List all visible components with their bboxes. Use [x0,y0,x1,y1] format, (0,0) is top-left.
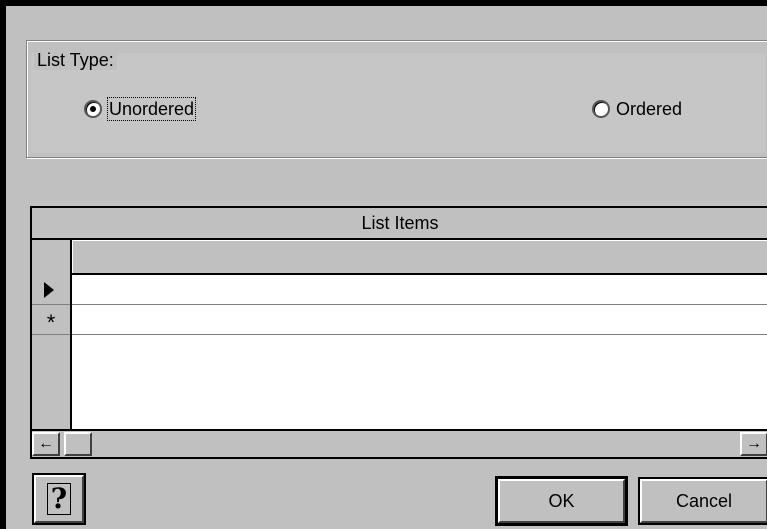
scroll-left-button[interactable]: ← [32,432,60,456]
table-row[interactable] [72,275,767,305]
current-row-arrow-icon [44,281,54,298]
unordered-radio-label: Unordered [106,97,197,121]
cancel-button[interactable]: Cancel [638,477,767,525]
column-header[interactable] [72,240,767,273]
radio-button-icon [592,100,610,118]
list-type-legend: List Type: [34,50,117,70]
grid-data-area [72,275,767,429]
record-selector-column: * [32,240,72,429]
row-selector-new[interactable]: * [32,305,70,335]
arrow-right-icon: → [746,435,762,452]
unordered-radio[interactable]: Unordered [84,97,197,121]
grid-caption: List Items [32,208,767,240]
scroll-right-button[interactable]: → [740,432,767,456]
help-button[interactable]: ? [32,473,86,525]
list-properties-dialog: List Type: Unordered Ordered List Items … [0,0,767,529]
ordered-radio[interactable]: Ordered [592,98,682,120]
ok-button[interactable]: OK [495,476,628,526]
grid-header-row [32,240,767,275]
new-row-asterisk-icon: * [46,309,56,335]
ordered-radio-label: Ordered [616,99,683,119]
table-row[interactable] [72,305,767,335]
help-icon: ? [47,483,71,515]
list-items-grid: List Items * ← → [30,206,767,459]
scrollbar-track[interactable] [92,432,740,456]
horizontal-scrollbar[interactable]: ← → [32,429,767,457]
radio-selected-dot-icon [90,106,96,112]
scrollbar-thumb[interactable] [64,432,92,456]
row-selector-current[interactable] [32,275,70,305]
radio-button-icon [84,100,102,118]
arrow-left-icon: ← [38,435,54,452]
